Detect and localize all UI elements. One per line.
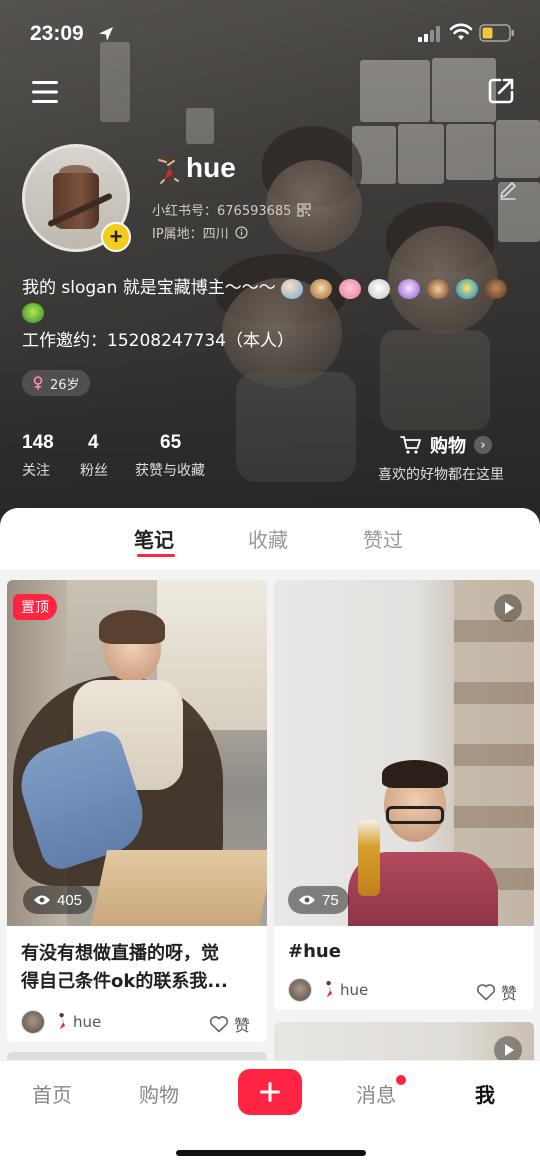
status-time: 23:09 [30, 22, 84, 45]
monkey-emoji-icon [426, 278, 449, 299]
like-button[interactable]: 赞 [476, 980, 517, 1004]
business-contact: 工作邀约：15208247734（本人） [22, 331, 294, 351]
author-name: hue [73, 1013, 102, 1031]
age-text: 26岁 [50, 377, 80, 393]
info-icon[interactable] [235, 226, 248, 239]
author-avatar [288, 978, 312, 1002]
following-label: 关注 [22, 463, 50, 479]
following-count: 148 [22, 432, 54, 453]
note-card[interactable]: 75 #hue hue 赞 [274, 580, 534, 1010]
nav-home[interactable]: 首页 [32, 1079, 72, 1108]
shop-title: 购物 [430, 436, 466, 457]
like-button[interactable]: 赞 [209, 1012, 250, 1036]
rabbit-emoji-icon [368, 278, 391, 299]
fairy-emoji-icon [281, 278, 304, 299]
shop-subtitle: 喜欢的好物都在这里 [378, 467, 504, 483]
message-badge [396, 1075, 406, 1085]
nickname: hue [150, 152, 236, 184]
age-badge: 26岁 [22, 370, 90, 396]
view-count: 75 [288, 886, 349, 914]
view-count-text: 75 [322, 891, 339, 909]
likes-collects-label: 获赞与收藏 [135, 463, 205, 479]
note-title: 有没有想做直播的呀，觉 得自己条件ok的联系我... [21, 943, 228, 992]
note-author[interactable]: hue [288, 978, 368, 1002]
dancer-emoji-icon [326, 980, 334, 998]
tab-collections[interactable]: 收藏 [248, 524, 288, 553]
followers-label: 粉丝 [80, 463, 108, 479]
signal-icon [418, 26, 440, 42]
home-indicator [176, 1150, 366, 1156]
dancer-emoji-icon [158, 153, 179, 184]
shop-entry[interactable]: 购物 › 喜欢的好物都在这里 [378, 432, 520, 484]
add-story-button[interactable]: + [101, 222, 131, 252]
bio-line1: 我的 slogan 就是宝藏博主～～～ [22, 278, 276, 298]
nav-shopping[interactable]: 购物 [139, 1079, 179, 1108]
edit-profile-icon[interactable] [498, 180, 518, 200]
female-icon [33, 376, 43, 390]
note-cover-image [274, 580, 534, 926]
parrot-emoji-icon [22, 302, 44, 323]
nav-messages[interactable]: 消息 [356, 1079, 396, 1108]
tab-liked[interactable]: 赞过 [363, 524, 403, 553]
nav-me[interactable]: 我 [475, 1079, 495, 1108]
pinned-badge: 置顶 [13, 594, 57, 620]
active-tab-indicator [137, 554, 175, 557]
content-tabs: 笔记 收藏 赞过 [0, 508, 540, 570]
publish-button[interactable] [238, 1069, 302, 1115]
hamburger-menu-icon[interactable] [30, 78, 62, 106]
like-label: 赞 [234, 1016, 251, 1035]
view-count: 405 [23, 886, 93, 914]
nickname-text: hue [186, 152, 236, 183]
likes-collects-count: 65 [160, 432, 182, 453]
ip-location-text: IP属地：四川 [152, 227, 229, 242]
note-author[interactable]: hue [21, 1010, 101, 1034]
play-icon [494, 594, 522, 622]
redbook-id: 小红书号：676593685 [152, 200, 312, 219]
fish-emoji-icon [455, 278, 478, 299]
author-avatar [21, 1010, 45, 1034]
unicorn-emoji-icon [397, 278, 420, 299]
dog-emoji-icon [310, 278, 333, 299]
wifi-icon [449, 23, 473, 40]
eye-icon [299, 895, 315, 905]
qr-code-icon[interactable] [297, 202, 312, 217]
heart-icon [209, 1016, 229, 1033]
dancer-emoji-icon [59, 1012, 67, 1030]
stat-likes-collects[interactable]: 65 获赞与收藏 [135, 432, 205, 480]
status-bar: 23:09 [0, 0, 540, 70]
play-icon [494, 1036, 522, 1060]
ip-location: IP属地：四川 [152, 223, 248, 242]
note-cover-image [7, 580, 267, 926]
stat-following[interactable]: 148 关注 [22, 432, 54, 480]
like-label: 赞 [501, 984, 518, 1003]
eye-icon [34, 895, 50, 905]
plus-icon [260, 1082, 280, 1102]
author-name: hue [340, 981, 369, 999]
stat-followers[interactable]: 4 粉丝 [80, 432, 108, 480]
ox-emoji-icon [484, 278, 507, 299]
followers-count: 4 [88, 432, 99, 453]
tab-notes[interactable]: 笔记 [134, 524, 174, 553]
view-count-text: 405 [57, 891, 83, 909]
bio-emoji-row [281, 276, 509, 300]
pig-emoji-icon [339, 278, 362, 299]
share-icon[interactable] [486, 76, 516, 106]
chevron-right-icon: › [474, 436, 492, 454]
note-card[interactable] [274, 1022, 534, 1060]
cart-icon [400, 436, 421, 454]
redbook-id-text: 小红书号：676593685 [152, 204, 292, 219]
bio: 我的 slogan 就是宝藏博主～～～ [22, 276, 522, 324]
heart-icon [476, 984, 496, 1001]
battery-icon [479, 24, 514, 42]
note-card[interactable]: 置顶 405 有没有想做直播的呀，觉 得自己条件ok的联系我... hue 赞 [7, 580, 267, 1042]
notes-feed: 置顶 405 有没有想做直播的呀，觉 得自己条件ok的联系我... hue 赞 [0, 570, 540, 1060]
note-title: #hue [288, 941, 341, 962]
note-card[interactable] [7, 1052, 267, 1060]
location-arrow-icon [99, 27, 113, 41]
